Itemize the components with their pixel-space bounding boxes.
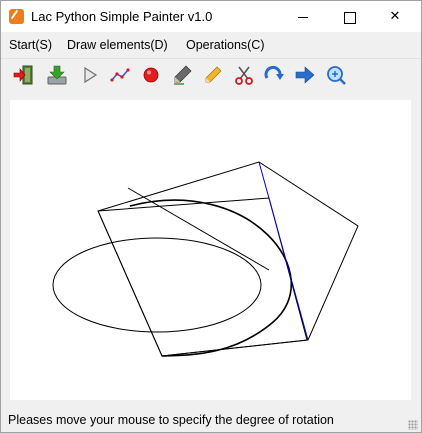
drawing-canvas[interactable] [10, 100, 411, 400]
window-title: Lac Python Simple Painter v1.0 [31, 9, 213, 24]
record-icon [143, 67, 159, 83]
pencil-button[interactable] [201, 63, 225, 87]
save-button[interactable] [45, 63, 69, 87]
scissors-icon [235, 66, 253, 85]
zoom-button[interactable] [324, 63, 348, 87]
move-button[interactable] [293, 63, 317, 87]
resize-grip-icon[interactable] [408, 420, 418, 430]
app-window: Lac Python Simple Painter v1.0 ✕ Start(S… [0, 0, 422, 433]
pencil-icon [205, 66, 222, 83]
menu-draw-elements[interactable]: Draw elements(D) [67, 38, 168, 52]
app-logo-icon [9, 9, 24, 24]
rotate-icon [264, 65, 284, 80]
close-button[interactable]: ✕ [372, 1, 418, 32]
title-bar[interactable]: Lac Python Simple Painter v1.0 ✕ [1, 1, 421, 32]
minimize-button[interactable] [280, 1, 326, 32]
forward-arrow-icon [295, 66, 315, 84]
polyline-icon [110, 68, 130, 82]
cut-button[interactable] [232, 63, 256, 87]
play-icon [84, 66, 98, 84]
menu-operations[interactable]: Operations(C) [186, 38, 265, 52]
line-shape [127, 187, 270, 271]
status-message: Pleases move your mouse to specify the d… [8, 413, 334, 427]
polyline-button[interactable] [108, 63, 132, 87]
circle-button[interactable] [139, 63, 163, 87]
exit-button[interactable] [12, 63, 36, 87]
menu-bar: Start(S) Draw elements(D) Operations(C) [1, 34, 421, 56]
maximize-button[interactable] [326, 1, 372, 32]
pen-icon [174, 65, 192, 85]
ellipse-shape [52, 237, 262, 333]
pen-button[interactable] [170, 63, 194, 87]
arc-shape [129, 199, 292, 357]
toolbar [1, 58, 421, 90]
drawing-surface [52, 161, 359, 357]
exit-icon [13, 65, 33, 85]
pentagon-shape [97, 161, 359, 357]
zoom-in-icon [327, 66, 346, 85]
rotate-button[interactable] [262, 63, 286, 87]
status-bar: Pleases move your mouse to specify the d… [1, 410, 421, 432]
play-button[interactable] [78, 63, 102, 87]
save-icon [47, 65, 67, 85]
menu-start[interactable]: Start(S) [9, 38, 52, 52]
